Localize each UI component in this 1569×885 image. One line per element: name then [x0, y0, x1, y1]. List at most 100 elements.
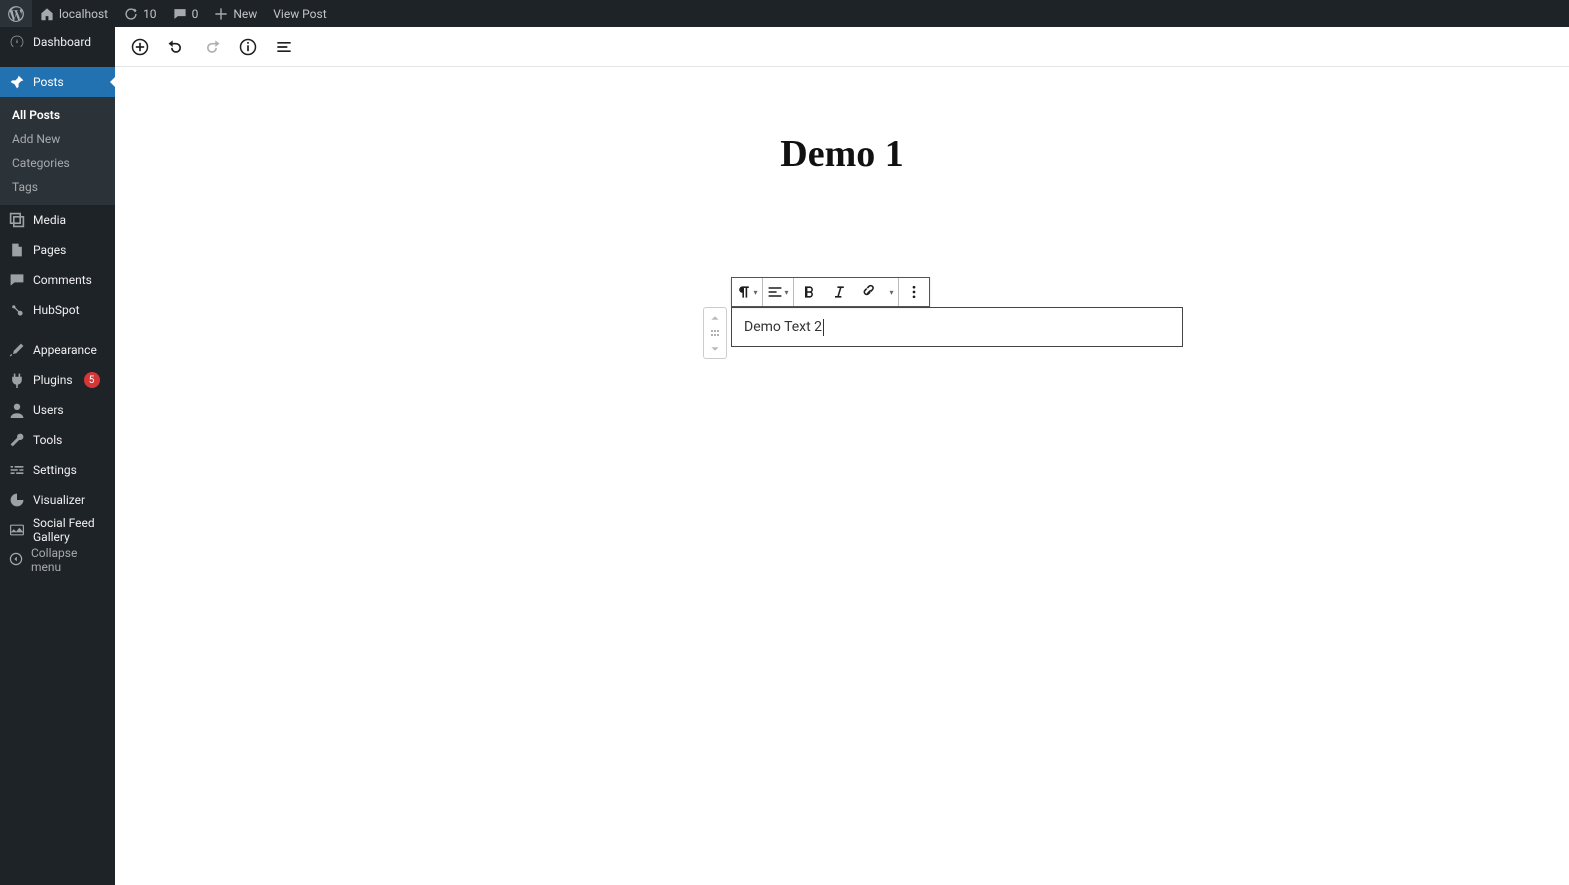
menu-pages[interactable]: Pages [0, 235, 115, 265]
italic-button[interactable] [824, 278, 854, 306]
collapse-label: Collapse menu [31, 546, 107, 574]
media-icon [8, 211, 26, 229]
editor-top-toolbar [115, 27, 1569, 67]
menu-appearance[interactable]: Appearance [0, 335, 115, 365]
collapse-menu[interactable]: Collapse menu [0, 545, 115, 575]
wp-logo[interactable] [0, 0, 32, 27]
sliders-icon [8, 461, 26, 479]
updates-count: 10 [143, 7, 157, 21]
align-left-icon [767, 284, 783, 300]
undo-icon [166, 37, 186, 57]
wrench-icon [8, 431, 26, 449]
plus-circle-icon [130, 37, 150, 57]
bold-icon [801, 284, 817, 300]
pilcrow-icon [736, 284, 752, 300]
move-up-button[interactable] [704, 308, 726, 327]
comments-icon [173, 7, 187, 21]
redo-button[interactable] [197, 32, 227, 62]
update-icon [124, 7, 138, 21]
block-toolbar: ▾ ▾ [731, 277, 930, 307]
menu-media[interactable]: Media [0, 205, 115, 235]
chevron-down-icon: ▾ [784, 288, 788, 297]
menu-comments[interactable]: Comments [0, 265, 115, 295]
more-options-button[interactable] [899, 278, 929, 306]
drag-handle[interactable] [704, 327, 726, 339]
move-down-button[interactable] [704, 339, 726, 358]
menu-plugins-label: Plugins [33, 373, 73, 387]
menu-users[interactable]: Users [0, 395, 115, 425]
menu-posts-label: Posts [33, 75, 64, 89]
chevron-down-icon [709, 343, 721, 355]
site-name-link[interactable]: localhost [32, 0, 116, 27]
view-post-link[interactable]: View Post [265, 0, 334, 27]
pin-icon [8, 73, 26, 91]
plugins-badge: 5 [84, 372, 100, 388]
menu-plugins[interactable]: Plugins 5 [0, 365, 115, 395]
undo-button[interactable] [161, 32, 191, 62]
paragraph-block[interactable]: Demo Text 2 [731, 307, 1183, 347]
plus-icon [214, 7, 228, 21]
redo-icon [202, 37, 222, 57]
menu-social-feed-label: Social Feed Gallery [33, 516, 107, 544]
hubspot-icon [8, 301, 26, 319]
menu-posts[interactable]: Posts [0, 67, 115, 97]
menu-settings-label: Settings [33, 463, 77, 477]
menu-tools-label: Tools [33, 433, 62, 447]
block-editor: Demo 1 ▾ ▾ [115, 27, 1569, 885]
menu-settings[interactable]: Settings [0, 455, 115, 485]
submenu-all-posts[interactable]: All Posts [0, 103, 115, 127]
wordpress-icon [8, 6, 24, 22]
menu-hubspot-label: HubSpot [33, 303, 80, 317]
posts-submenu: All Posts Add New Categories Tags [0, 97, 115, 205]
plugin-icon [8, 371, 26, 389]
menu-visualizer[interactable]: Visualizer [0, 485, 115, 515]
new-content-link[interactable]: New [206, 0, 265, 27]
submenu-categories[interactable]: Categories [0, 151, 115, 175]
submenu-add-new[interactable]: Add New [0, 127, 115, 151]
menu-tools[interactable]: Tools [0, 425, 115, 455]
text-caret [823, 319, 824, 336]
menu-comments-label: Comments [33, 273, 92, 287]
editor-canvas[interactable]: Demo 1 ▾ ▾ [115, 67, 1569, 885]
wp-admin-bar: localhost 10 0 New View Post [0, 0, 1569, 27]
paragraph-text: Demo Text 2 [744, 319, 822, 335]
comments-link[interactable]: 0 [165, 0, 207, 27]
post-title[interactable]: Demo 1 [780, 132, 903, 176]
more-rich-text-button[interactable]: ▾ [884, 278, 898, 306]
chevron-up-icon [709, 312, 721, 324]
user-icon [8, 401, 26, 419]
site-name-label: localhost [59, 7, 108, 21]
link-icon [861, 284, 877, 300]
bold-button[interactable] [794, 278, 824, 306]
menu-appearance-label: Appearance [33, 343, 97, 357]
page-icon [8, 241, 26, 259]
chevron-down-icon: ▾ [753, 288, 757, 297]
submenu-tags[interactable]: Tags [0, 175, 115, 199]
drag-icon [710, 329, 720, 337]
add-block-button[interactable] [125, 32, 155, 62]
updates-link[interactable]: 10 [116, 0, 165, 27]
menu-separator [0, 57, 115, 67]
dashboard-icon [8, 33, 26, 51]
chart-icon [8, 491, 26, 509]
admin-sidebar: Dashboard Posts All Posts Add New Catego… [0, 27, 115, 885]
align-button[interactable]: ▾ [763, 278, 793, 306]
menu-hubspot[interactable]: HubSpot [0, 295, 115, 325]
view-post-label: View Post [273, 7, 326, 21]
outline-button[interactable] [269, 32, 299, 62]
list-icon [274, 37, 294, 57]
comments-icon [8, 271, 26, 289]
block-type-button[interactable]: ▾ [732, 278, 762, 306]
brush-icon [8, 341, 26, 359]
italic-icon [831, 284, 847, 300]
content-info-button[interactable] [233, 32, 263, 62]
menu-dashboard[interactable]: Dashboard [0, 27, 115, 57]
kebab-icon [906, 284, 922, 300]
info-icon [238, 37, 258, 57]
comments-count: 0 [192, 7, 199, 21]
menu-separator [0, 325, 115, 335]
menu-social-feed[interactable]: Social Feed Gallery [0, 515, 115, 545]
new-label: New [233, 7, 257, 21]
menu-media-label: Media [33, 213, 66, 227]
link-button[interactable] [854, 278, 884, 306]
